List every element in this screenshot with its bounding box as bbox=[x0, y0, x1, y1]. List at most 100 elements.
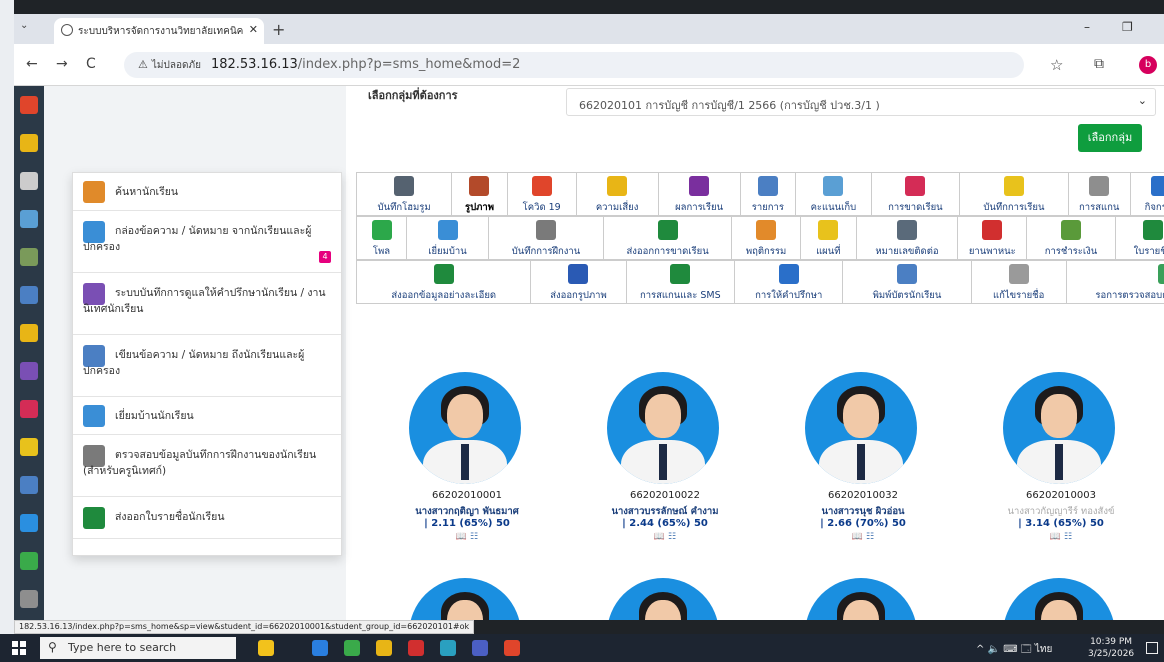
menu-item[interactable]: คะแนนเก็บ bbox=[796, 173, 872, 215]
student-action-icons[interactable]: 📖 ☷ bbox=[976, 532, 1146, 542]
menu-item[interactable]: ยานพาหนะ bbox=[958, 217, 1028, 259]
sidebar-settings-icon[interactable] bbox=[20, 590, 38, 608]
menu-item[interactable]: บันทึกการฝึกงาน bbox=[489, 217, 604, 259]
menu-item[interactable]: รูปภาพ bbox=[452, 173, 508, 215]
menu-item[interactable]: โพล bbox=[357, 217, 407, 259]
teams-app-icon[interactable] bbox=[472, 640, 488, 656]
maximize-icon[interactable]: ❐ bbox=[1122, 20, 1133, 34]
dropdown-item[interactable]: ค้นหานักเรียน bbox=[73, 173, 341, 211]
chat-app-icon[interactable] bbox=[344, 640, 360, 656]
profile-avatar[interactable]: b bbox=[1139, 56, 1157, 74]
student-photo[interactable] bbox=[805, 372, 917, 484]
student-name[interactable]: นางสาวกัญญารีร์ ทองสังข์ bbox=[976, 504, 1146, 519]
student-action-icons[interactable]: 📖 ☷ bbox=[580, 532, 750, 542]
dropdown-item[interactable]: เขียนข้อความ / นัดหมาย ถึงนักเรียนและผู้… bbox=[73, 335, 341, 397]
student-name[interactable]: นางสาวรนุช ผิวอ่อน bbox=[778, 504, 948, 519]
sidebar-book-icon[interactable] bbox=[20, 248, 38, 266]
notification-icon[interactable] bbox=[1146, 642, 1158, 654]
sidebar-gear-icon[interactable] bbox=[20, 324, 38, 342]
tab-search-icon[interactable]: ⌄ bbox=[20, 20, 28, 31]
menu-item[interactable]: การสแกน bbox=[1069, 173, 1131, 215]
sidebar-chart-icon[interactable] bbox=[20, 96, 38, 114]
student-card[interactable]: 66202010001 นางสาวกฤติญา พันธมาศ | 2.11 (6… bbox=[382, 372, 552, 572]
student-photo[interactable] bbox=[1003, 578, 1115, 620]
menu-item[interactable]: แผนที่ bbox=[801, 217, 857, 259]
sidebar-puzzle-icon[interactable] bbox=[20, 438, 38, 456]
dropdown-item[interactable]: กล่องข้อความ / นัดหมาย จากนักเรียนและผู้… bbox=[73, 211, 341, 273]
menu-item[interactable]: หมายเลขติดต่อ bbox=[857, 217, 959, 259]
menu-item[interactable]: การให้คำปรึกษา bbox=[735, 261, 844, 303]
group-select[interactable]: 662020101 การบัญชี การบัญชี/1 2566 (การบ… bbox=[566, 88, 1156, 116]
student-name[interactable]: นางสาวบรรลักษณ์ คำงาม bbox=[580, 504, 750, 519]
sidebar-document-icon[interactable] bbox=[20, 210, 38, 228]
sidebar-thumbs-up-icon[interactable] bbox=[20, 134, 38, 152]
menu-item[interactable]: ใบรายชื่อ bbox=[1116, 217, 1164, 259]
address-bar[interactable]: ⚠ ไม่ปลอดภัย 182.53.16.13/index.php?p=sms_… bbox=[124, 52, 1024, 78]
student-photo[interactable] bbox=[607, 372, 719, 484]
forward-icon[interactable]: → bbox=[56, 56, 68, 72]
dropdown-item[interactable]: เยี่ยมบ้านนักเรียน bbox=[73, 397, 341, 435]
sidebar-pencil-icon[interactable] bbox=[20, 286, 38, 304]
menu-item[interactable]: การสแกนและ SMS bbox=[627, 261, 735, 303]
sidebar-tool-icon[interactable] bbox=[20, 400, 38, 418]
close-tab-icon[interactable]: ✕ bbox=[249, 23, 258, 36]
student-action-icons[interactable]: 📖 ☷ bbox=[778, 532, 948, 542]
edge-app-icon[interactable] bbox=[440, 640, 456, 656]
student-photo[interactable] bbox=[409, 578, 521, 620]
student-photo[interactable] bbox=[805, 578, 917, 620]
student-card[interactable]: 66202010032 นางสาวรนุช ผิวอ่อน | 2.66 (70%… bbox=[778, 372, 948, 572]
student-card[interactable]: 66202010022 นางสาวบรรลักษณ์ คำงาม | 2.44 (… bbox=[580, 372, 750, 572]
bookmark-star-icon[interactable]: ☆ bbox=[1050, 56, 1063, 74]
menu-item[interactable]: การชำระเงิน bbox=[1027, 217, 1116, 259]
dropdown-item[interactable]: ระบบบันทึกการดูแลให้คำปรึกษานักเรียน / ง… bbox=[73, 273, 341, 335]
system-tray[interactable]: ^ 🔈 ⌨ 🗔 ไทย bbox=[976, 642, 1052, 659]
file-explorer-icon[interactable] bbox=[376, 640, 392, 656]
student-card-partial[interactable] bbox=[976, 578, 1146, 620]
menu-item[interactable]: ส่งออกการขาดเรียน bbox=[604, 217, 733, 259]
student-name[interactable]: นางสาวกฤติญา พันธมาศ bbox=[382, 504, 552, 519]
menu-item[interactable]: พิมพ์บัตรนักเรียน bbox=[843, 261, 972, 303]
menu-item[interactable]: โควิด 19 bbox=[508, 173, 577, 215]
student-photo[interactable] bbox=[1003, 372, 1115, 484]
student-card-partial[interactable] bbox=[382, 578, 552, 620]
menu-item[interactable]: บันทึกการเรียน bbox=[960, 173, 1069, 215]
copilot-app-icon[interactable] bbox=[312, 640, 328, 656]
extensions-icon[interactable]: ⧉ bbox=[1094, 56, 1104, 72]
menu-item[interactable]: บันทึกโฮมรูม bbox=[357, 173, 453, 215]
windows-start-icon[interactable] bbox=[12, 641, 26, 655]
pdf-app-icon[interactable] bbox=[408, 640, 424, 656]
menu-item[interactable]: พฤติกรรม bbox=[732, 217, 801, 259]
menu-item[interactable]: แก้ไขรายชื่อ bbox=[972, 261, 1067, 303]
menu-item[interactable]: ความเสี่ยง bbox=[577, 173, 659, 215]
menu-item[interactable]: การขาดเรียน bbox=[872, 173, 961, 215]
browser-tab[interactable]: ระบบบริหารจัดการงานวิทยาลัยเทคนิค ✕ bbox=[54, 18, 264, 44]
sidebar-calendar-icon[interactable] bbox=[20, 172, 38, 190]
menu-item[interactable]: ส่งออกข้อมูลอย่างละเอียด bbox=[357, 261, 532, 303]
student-card[interactable]: 66202010003 นางสาวกัญญารีร์ ทองสังข์ | 3.1… bbox=[976, 372, 1146, 572]
student-photo[interactable] bbox=[409, 372, 521, 484]
menu-item[interactable]: รายการ bbox=[741, 173, 797, 215]
dropdown-item[interactable]: ส่งออกใบรายชื่อนักเรียน bbox=[73, 497, 341, 539]
sparkle-app-icon[interactable] bbox=[258, 640, 274, 656]
chrome-app-icon[interactable] bbox=[504, 640, 520, 656]
menu-item[interactable]: ส่งออกรูปภาพ bbox=[531, 261, 627, 303]
sidebar-globe-icon[interactable] bbox=[20, 552, 38, 570]
minimize-icon[interactable]: – bbox=[1084, 20, 1090, 34]
select-group-button[interactable]: เลือกกลุ่ม bbox=[1078, 124, 1142, 152]
menu-item[interactable]: กิจกรรม bbox=[1131, 173, 1164, 215]
student-card-partial[interactable] bbox=[778, 578, 948, 620]
menu-item[interactable]: รอการตรวจสอบการแก้ไขข้อมูล2 bbox=[1067, 261, 1164, 303]
back-icon[interactable]: ← bbox=[26, 56, 38, 72]
student-action-icons[interactable]: 📖 ☷ bbox=[382, 532, 552, 542]
sidebar-archive-icon[interactable] bbox=[20, 476, 38, 494]
menu-item[interactable]: เยี่ยมบ้าน bbox=[407, 217, 489, 259]
taskbar-search-input[interactable]: ⚲ Type here to search bbox=[40, 637, 236, 659]
student-photo[interactable] bbox=[607, 578, 719, 620]
sidebar-edit-icon[interactable] bbox=[20, 514, 38, 532]
dropdown-item[interactable]: ตรวจสอบข้อมูลบันทึกการฝึกงานของนักเรียน … bbox=[73, 435, 341, 497]
reload-icon[interactable]: C bbox=[86, 56, 96, 72]
menu-item[interactable]: ผลการเรียน bbox=[659, 173, 741, 215]
sidebar-award-icon[interactable] bbox=[20, 362, 38, 380]
new-tab-button[interactable]: + bbox=[272, 20, 285, 39]
taskbar-clock[interactable]: 10:39 PM 3/25/2026 bbox=[1088, 636, 1134, 660]
